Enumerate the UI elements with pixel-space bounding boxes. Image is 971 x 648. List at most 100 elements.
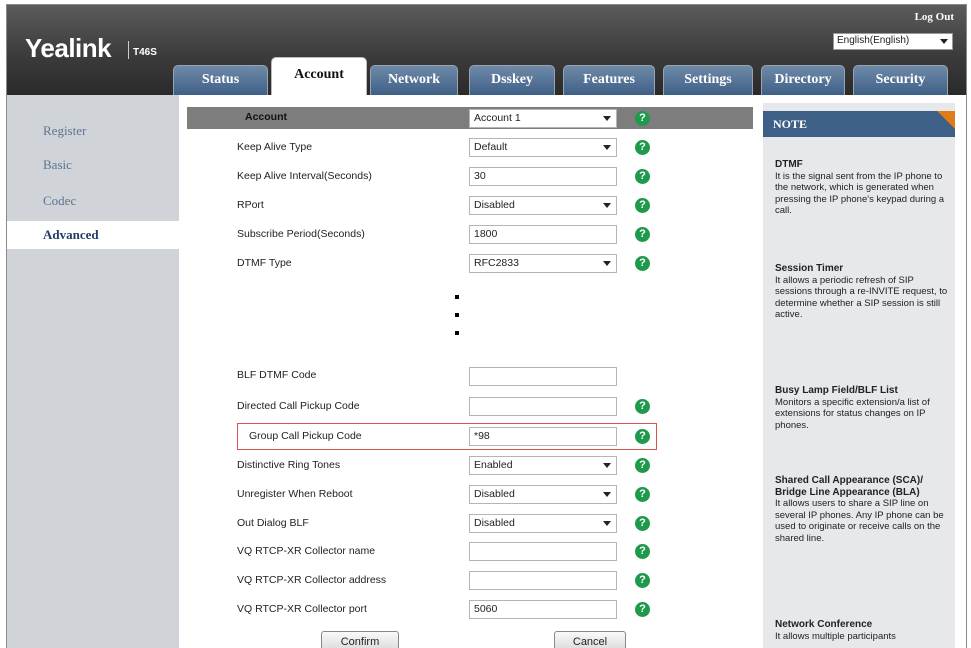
row-label-directed-call-pickup-code: Directed Call Pickup Code bbox=[237, 400, 360, 412]
help-icon[interactable]: ? bbox=[635, 169, 650, 184]
note-section-title: DTMF bbox=[775, 159, 803, 170]
tab-account[interactable]: Account bbox=[271, 57, 367, 95]
browser-frame: Yealink T46S Log Out English(English) St… bbox=[6, 4, 967, 648]
help-icon[interactable]: ? bbox=[635, 399, 650, 414]
note-section-title: Busy Lamp Field/BLF List bbox=[775, 385, 898, 396]
vq-collector-name-input[interactable] bbox=[469, 542, 617, 561]
chevron-down-icon bbox=[940, 39, 948, 44]
help-icon[interactable]: ? bbox=[635, 227, 650, 242]
row-label-keep-alive-type: Keep Alive Type bbox=[237, 141, 313, 153]
model-label: T46S bbox=[133, 47, 157, 58]
dtmf-type-value: RFC2833 bbox=[474, 257, 519, 269]
note-section-dtmf: DTMF It is the signal sent from the IP p… bbox=[775, 159, 953, 217]
note-corner-decoration bbox=[937, 111, 955, 129]
vq-collector-address-input[interactable] bbox=[469, 571, 617, 590]
tab-settings[interactable]: Settings bbox=[663, 65, 753, 95]
note-section-session-timer: Session Timer It allows a periodic refre… bbox=[775, 263, 953, 321]
help-icon[interactable]: ? bbox=[635, 487, 650, 502]
rport-select[interactable]: Disabled bbox=[469, 196, 617, 215]
confirm-button[interactable]: Confirm bbox=[321, 631, 399, 648]
sidebar-item-codec[interactable]: Codec bbox=[7, 187, 179, 215]
tab-status[interactable]: Status bbox=[173, 65, 268, 95]
distinctive-ring-tones-select[interactable]: Enabled bbox=[469, 456, 617, 475]
help-icon[interactable]: ? bbox=[635, 544, 650, 559]
note-section-text: It allows a periodic refresh of SIP sess… bbox=[775, 274, 948, 321]
distinctive-ring-tones-value: Enabled bbox=[474, 459, 513, 471]
account-header-label: Account bbox=[245, 111, 287, 123]
chevron-down-icon bbox=[603, 261, 611, 266]
account-advanced-form: Account Account 1 ? Keep Alive Type Defa… bbox=[179, 95, 759, 648]
language-value: English(English) bbox=[837, 35, 910, 46]
rport-value: Disabled bbox=[474, 199, 515, 211]
keep-alive-type-value: Default bbox=[474, 141, 508, 153]
ellipsis-dot bbox=[455, 295, 459, 299]
ellipsis-dot bbox=[455, 331, 459, 335]
chevron-down-icon bbox=[603, 463, 611, 468]
note-section-sca-bla: Shared Call Appearance (SCA)/ Bridge Lin… bbox=[775, 475, 953, 544]
help-icon[interactable]: ? bbox=[635, 458, 650, 473]
header-bar: Yealink T46S Log Out English(English) St… bbox=[7, 5, 966, 95]
help-icon[interactable]: ? bbox=[635, 429, 650, 444]
note-panel: NOTE DTMF It is the signal sent from the… bbox=[759, 95, 966, 648]
help-icon[interactable]: ? bbox=[635, 256, 650, 271]
logo-divider bbox=[128, 41, 129, 59]
subscribe-period-input[interactable]: 1800 bbox=[469, 225, 617, 244]
chevron-down-icon bbox=[603, 116, 611, 121]
sidebar-item-basic[interactable]: Basic bbox=[7, 151, 179, 179]
note-panel-body: NOTE DTMF It is the signal sent from the… bbox=[763, 103, 955, 648]
out-dialog-blf-value: Disabled bbox=[474, 517, 515, 529]
help-icon[interactable]: ? bbox=[635, 111, 650, 126]
account-select[interactable]: Account 1 bbox=[469, 109, 617, 128]
chevron-down-icon bbox=[603, 203, 611, 208]
tab-dsskey[interactable]: Dsskey bbox=[469, 65, 555, 95]
row-label-distinctive-ring-tones: Distinctive Ring Tones bbox=[237, 459, 341, 471]
note-section-text: It is the signal sent from the IP phone … bbox=[775, 170, 945, 217]
keep-alive-interval-input[interactable]: 30 bbox=[469, 167, 617, 186]
note-title: NOTE bbox=[763, 111, 955, 137]
note-section-blf: Busy Lamp Field/BLF List Monitors a spec… bbox=[775, 385, 953, 431]
logout-link[interactable]: Log Out bbox=[915, 11, 954, 23]
help-icon[interactable]: ? bbox=[635, 573, 650, 588]
note-section-text: It allows multiple participants bbox=[775, 630, 896, 642]
tab-security[interactable]: Security bbox=[853, 65, 948, 95]
blf-dtmf-code-input[interactable] bbox=[469, 367, 617, 386]
note-section-text: Monitors a specific extension/a list of … bbox=[775, 396, 930, 431]
row-label-keep-alive-interval: Keep Alive Interval(Seconds) bbox=[237, 170, 372, 182]
note-section-network-conference: Network Conference It allows multiple pa… bbox=[775, 619, 953, 642]
row-label-vq-collector-address: VQ RTCP-XR Collector address bbox=[237, 574, 387, 586]
out-dialog-blf-select[interactable]: Disabled bbox=[469, 514, 617, 533]
chevron-down-icon bbox=[603, 492, 611, 497]
note-section-title: Shared Call Appearance (SCA)/ Bridge Lin… bbox=[775, 475, 924, 498]
help-icon[interactable]: ? bbox=[635, 602, 650, 617]
cancel-button[interactable]: Cancel bbox=[554, 631, 626, 648]
row-label-blf-dtmf-code: BLF DTMF Code bbox=[237, 369, 317, 381]
row-label-out-dialog-blf: Out Dialog BLF bbox=[237, 517, 309, 529]
row-label-subscribe-period: Subscribe Period(Seconds) bbox=[237, 228, 365, 240]
row-label-vq-collector-name: VQ RTCP-XR Collector name bbox=[237, 545, 376, 557]
tab-directory[interactable]: Directory bbox=[761, 65, 845, 95]
chevron-down-icon bbox=[603, 521, 611, 526]
vq-collector-port-input[interactable]: 5060 bbox=[469, 600, 617, 619]
row-label-dtmf-type: DTMF Type bbox=[237, 257, 292, 269]
tab-network[interactable]: Network bbox=[370, 65, 458, 95]
sidebar: Register Basic Codec Advanced bbox=[7, 95, 179, 648]
group-call-pickup-code-input[interactable]: *98 bbox=[469, 427, 617, 446]
unregister-when-reboot-select[interactable]: Disabled bbox=[469, 485, 617, 504]
row-label-unregister-when-reboot: Unregister When Reboot bbox=[237, 488, 353, 500]
chevron-down-icon bbox=[603, 145, 611, 150]
note-section-title: Session Timer bbox=[775, 263, 844, 274]
help-icon[interactable]: ? bbox=[635, 140, 650, 155]
help-icon[interactable]: ? bbox=[635, 516, 650, 531]
sidebar-item-advanced[interactable]: Advanced bbox=[7, 221, 179, 249]
row-label-vq-collector-port: VQ RTCP-XR Collector port bbox=[237, 603, 367, 615]
dtmf-type-select[interactable]: RFC2833 bbox=[469, 254, 617, 273]
row-label-group-call-pickup-code: Group Call Pickup Code bbox=[249, 430, 362, 442]
sidebar-item-register[interactable]: Register bbox=[7, 117, 179, 145]
account-select-value: Account 1 bbox=[474, 112, 521, 124]
directed-call-pickup-code-input[interactable] bbox=[469, 397, 617, 416]
tab-features[interactable]: Features bbox=[563, 65, 655, 95]
note-section-title: Network Conference bbox=[775, 619, 873, 630]
help-icon[interactable]: ? bbox=[635, 198, 650, 213]
language-select[interactable]: English(English) bbox=[833, 33, 953, 50]
keep-alive-type-select[interactable]: Default bbox=[469, 138, 617, 157]
